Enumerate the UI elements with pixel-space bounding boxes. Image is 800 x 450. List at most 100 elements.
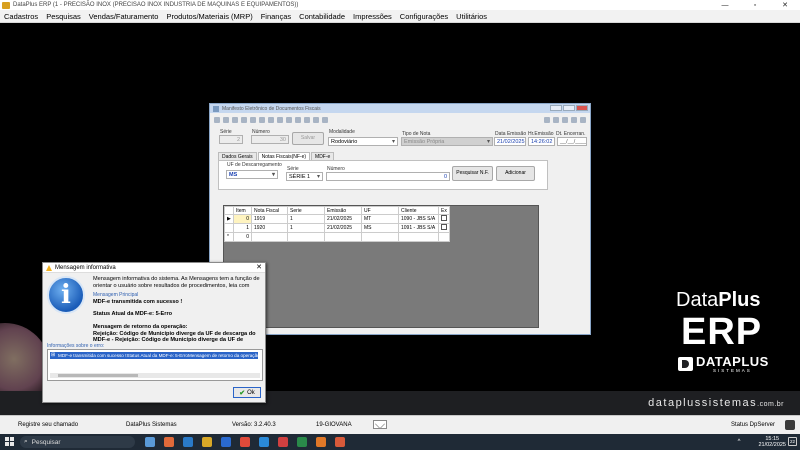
cell-cliente[interactable] — [398, 232, 439, 242]
detail-horizontal-scrollbar[interactable] — [50, 373, 260, 378]
minimize-button[interactable]: — — [710, 0, 740, 10]
app-icon-11[interactable] — [335, 437, 345, 447]
cell-item[interactable]: 0 — [233, 214, 252, 224]
scroll-thumb[interactable] — [58, 374, 138, 377]
cell-item[interactable]: 0 — [233, 232, 252, 242]
last-record-icon[interactable] — [277, 116, 283, 123]
cell-item[interactable]: 1 — [233, 223, 252, 233]
menu-produtos[interactable]: Produtos/Materiais (MRP) — [162, 12, 256, 21]
transmit-icon[interactable] — [553, 116, 559, 123]
copy-icon[interactable] — [313, 116, 319, 123]
table-row[interactable]: 1 1920 1 21/02/2025 MS 1091 - JBS S/A — [224, 223, 450, 233]
grid-header-nota[interactable]: Nota Fiscal — [251, 206, 288, 215]
grid-header-serie[interactable]: Serie — [287, 206, 325, 215]
new-icon[interactable] — [214, 116, 220, 123]
tipo-nota-select[interactable]: Emissão Própria — [401, 137, 493, 146]
chrome-icon[interactable] — [164, 437, 174, 447]
cell-ex[interactable] — [438, 214, 450, 224]
salvar-button[interactable]: Salvar — [292, 132, 324, 145]
pdf-icon[interactable] — [278, 437, 288, 447]
taskbar-search[interactable]: ⌕ Pesquisar — [20, 436, 135, 448]
registrar-chamado[interactable]: Registre seu chamado — [18, 422, 78, 428]
menu-utilitarios[interactable]: Utilitários — [452, 12, 491, 21]
numero2-field[interactable]: 0 — [326, 172, 450, 181]
undo-icon[interactable] — [241, 116, 247, 123]
serie2-select[interactable]: SÉRIE 1 — [286, 172, 323, 181]
adicionar-button[interactable]: Adicionar — [496, 166, 535, 181]
grid-header-emissao[interactable]: Emissão — [324, 206, 362, 215]
dialog-detail-line[interactable]: MDF-e transmitida com sucesso !Status At… — [50, 352, 258, 359]
mdfe-close-button[interactable] — [576, 105, 588, 111]
ex-checkbox[interactable] — [441, 224, 447, 230]
grid-header-uf[interactable]: UF — [361, 206, 399, 215]
mdfe-minimize-button[interactable] — [550, 105, 562, 111]
save-icon[interactable] — [232, 116, 238, 123]
cell-serie[interactable] — [287, 232, 325, 242]
cell-cliente[interactable]: 1090 - JBS S/A — [398, 214, 439, 224]
cell-nota[interactable]: 1920 — [251, 223, 288, 233]
cell-uf[interactable]: MT — [361, 214, 399, 224]
serie-field[interactable]: 2 — [219, 135, 243, 144]
first-record-icon[interactable] — [250, 116, 256, 123]
copilot-icon[interactable] — [145, 437, 155, 447]
cell-serie[interactable]: 1 — [287, 214, 325, 224]
grid-header-ex[interactable]: Ex — [438, 206, 450, 215]
cell-emissao[interactable] — [324, 232, 362, 242]
notification-icon[interactable]: 22 — [788, 437, 797, 446]
numero-field[interactable]: 30 — [251, 135, 289, 144]
print-icon[interactable] — [295, 116, 301, 123]
maximize-button[interactable]: ▫ — [740, 0, 770, 10]
cell-nota[interactable]: 1919 — [251, 214, 288, 224]
refresh-icon[interactable] — [322, 116, 328, 123]
menu-contabilidade[interactable]: Contabilidade — [295, 12, 349, 21]
outlook-icon[interactable] — [221, 437, 231, 447]
ok-button[interactable]: ✔ Ok — [233, 387, 261, 398]
windows-start-icon[interactable] — [5, 437, 14, 446]
mail-icon[interactable] — [373, 420, 387, 429]
grid-header-cliente[interactable]: Cliente — [398, 206, 439, 215]
cell-cliente[interactable]: 1091 - JBS S/A — [398, 223, 439, 233]
cell-emissao[interactable]: 21/02/2025 — [324, 223, 362, 233]
menu-cadastros[interactable]: Cadastros — [0, 12, 42, 21]
search-icon[interactable] — [304, 116, 310, 123]
menu-pesquisas[interactable]: Pesquisas — [42, 12, 85, 21]
table-row[interactable]: * 0 — [224, 232, 450, 242]
app-icon-10[interactable] — [316, 437, 326, 447]
teams-icon[interactable] — [183, 437, 193, 447]
pesquisar-nf-button[interactable]: Pesquisar N.F. — [452, 166, 493, 181]
mdfe-maximize-button[interactable] — [563, 105, 575, 111]
chevron-up-icon[interactable]: ^ — [738, 439, 741, 445]
help-icon[interactable] — [544, 116, 550, 123]
data-emissao-field[interactable]: 21/02/2025 — [494, 137, 526, 146]
edit-icon[interactable] — [223, 116, 229, 123]
cell-ex[interactable] — [438, 223, 450, 233]
hr-emissao-field[interactable]: 14:26:02 — [528, 137, 555, 146]
cell-emissao[interactable]: 21/02/2025 — [324, 214, 362, 224]
chrome-app-icon[interactable] — [240, 437, 250, 447]
taskbar-clock[interactable]: 15:15 21/02/2025 — [758, 436, 786, 448]
exit-icon[interactable] — [580, 116, 586, 123]
delete-icon[interactable] — [286, 116, 292, 123]
dialog-close-button[interactable]: ✕ — [256, 263, 262, 271]
table-row[interactable]: ▶ 0 1919 1 21/02/2025 MT 1090 - JBS S/A — [224, 214, 450, 224]
menu-impressoes[interactable]: Impressões — [349, 12, 396, 21]
excel-icon[interactable] — [297, 437, 307, 447]
menu-configuracoes[interactable]: Configurações — [396, 12, 452, 21]
next-record-icon[interactable] — [268, 116, 274, 123]
modalidade-select[interactable]: Rodoviário — [328, 137, 398, 146]
cell-uf[interactable] — [361, 232, 399, 242]
explorer-icon[interactable] — [202, 437, 212, 447]
cell-nota[interactable] — [251, 232, 288, 242]
dialog-detail-tree[interactable]: MDF-e transmitida com sucesso !Status At… — [47, 349, 263, 381]
grid-header-item[interactable]: Item — [233, 206, 252, 215]
cell-serie[interactable]: 1 — [287, 223, 325, 233]
previous-record-icon[interactable] — [259, 116, 265, 123]
dt-encerr-field[interactable]: __/__/____ — [557, 137, 587, 146]
uf-descarreg-select[interactable]: MS — [226, 170, 278, 179]
close-button[interactable]: ✕ — [770, 0, 800, 10]
edge-icon[interactable] — [259, 437, 269, 447]
menu-financas[interactable]: Finanças — [257, 12, 295, 21]
menu-vendas[interactable]: Vendas/Faturamento — [85, 12, 163, 21]
find-icon[interactable] — [562, 116, 568, 123]
cell-ex[interactable] — [438, 232, 450, 242]
